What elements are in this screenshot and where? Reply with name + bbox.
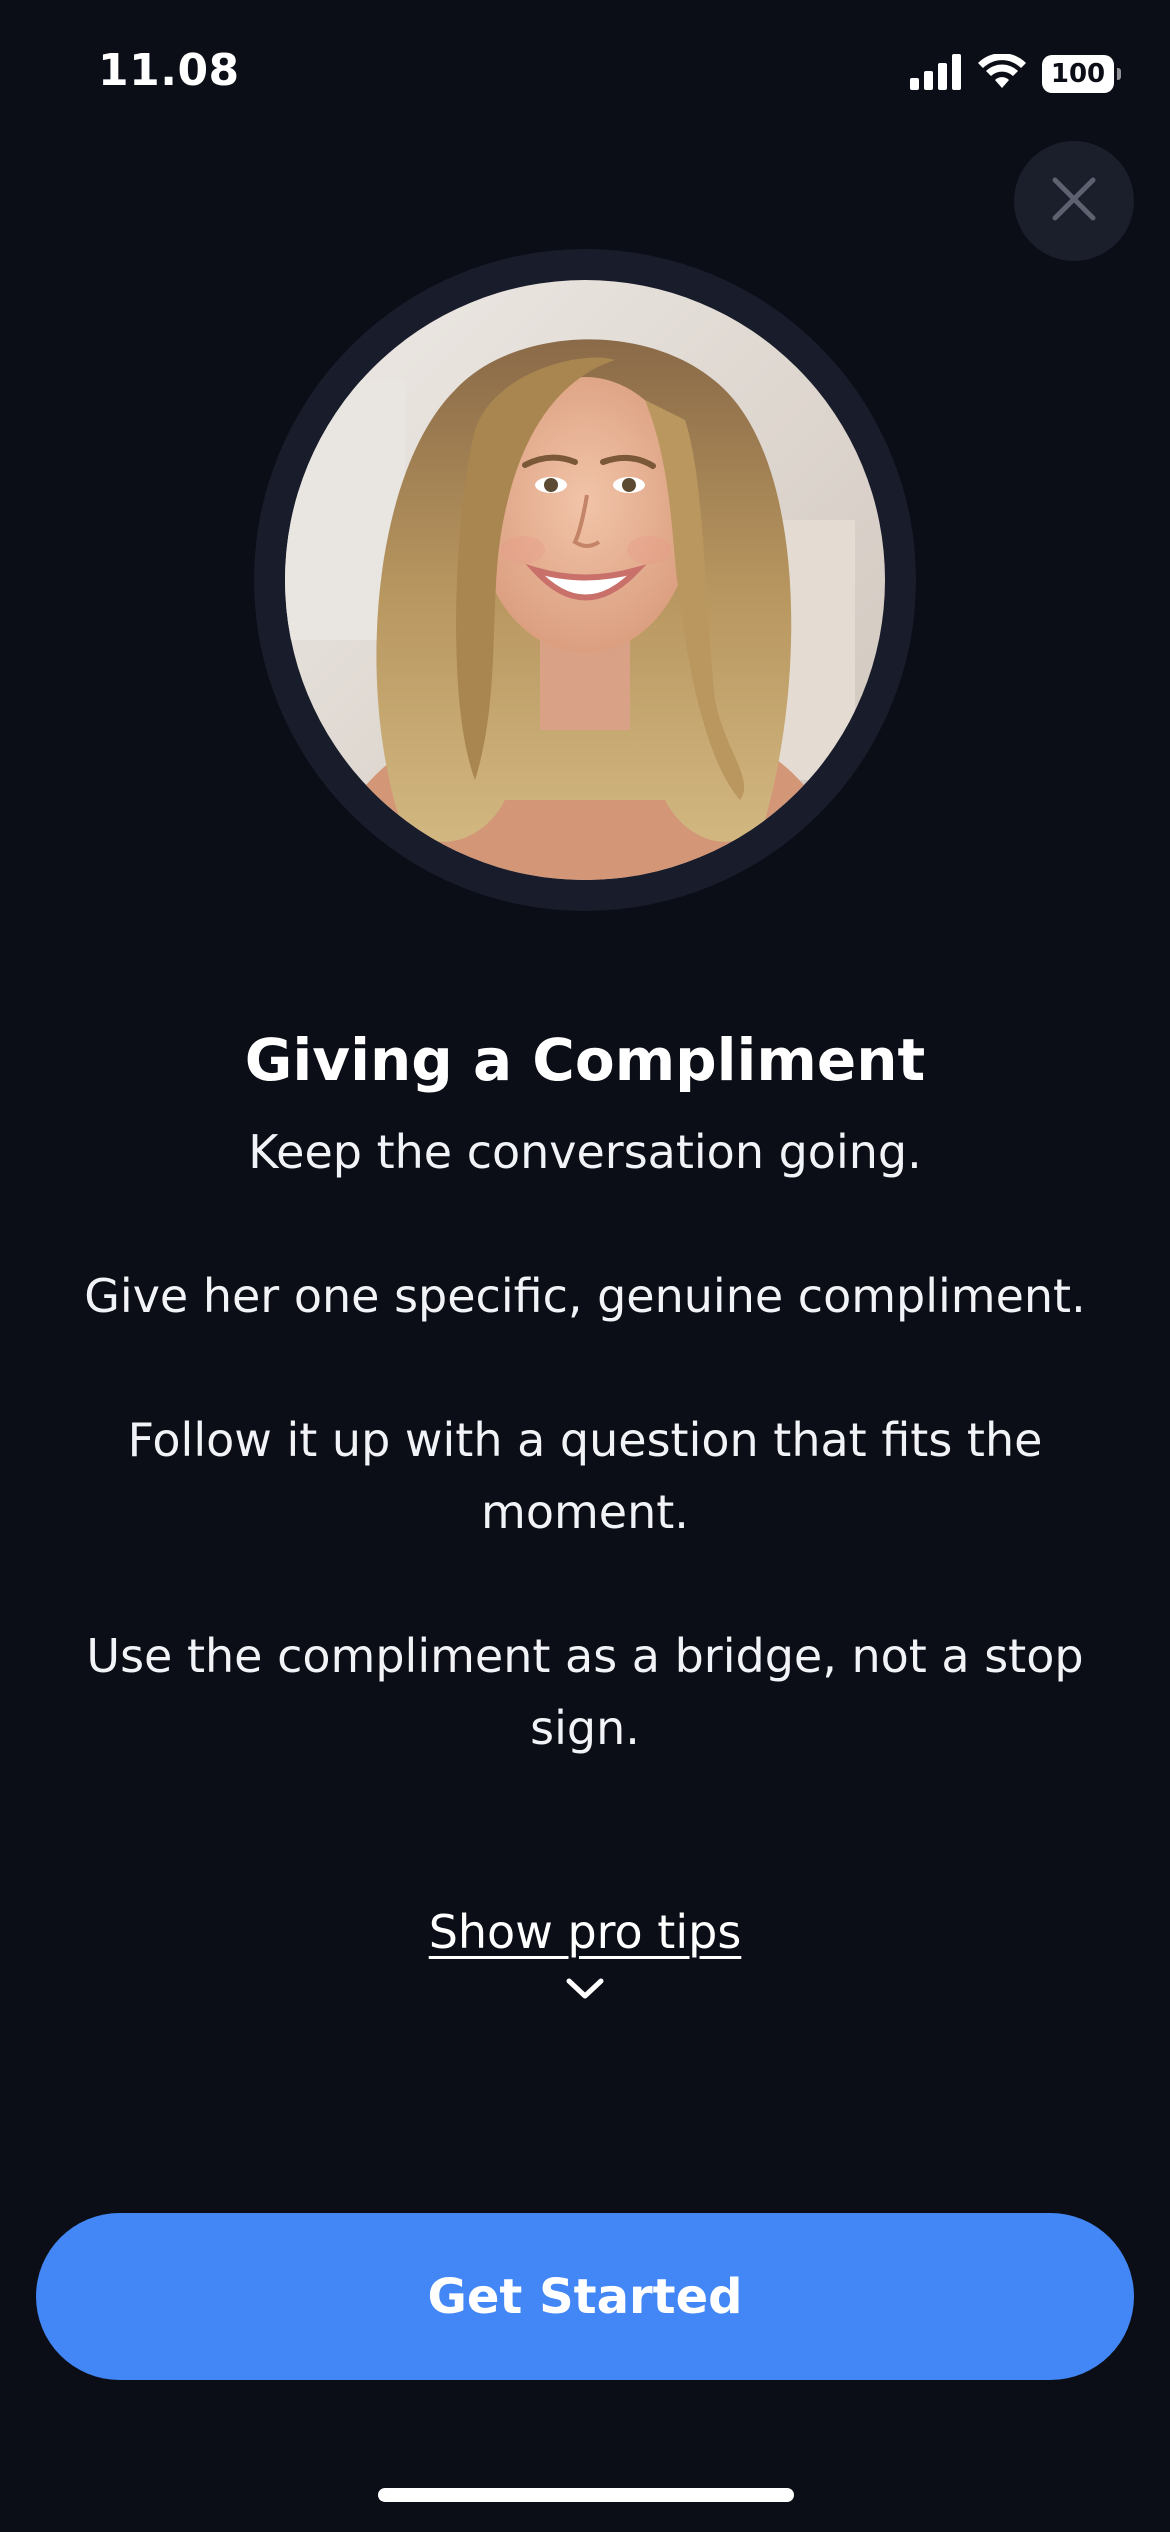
pro-tips-toggle[interactable]: Show pro tips	[0, 1905, 1170, 2001]
lesson-paragraph: Keep the conversation going.	[248, 1125, 922, 1179]
cellular-signal-icon	[910, 54, 962, 94]
wifi-icon	[978, 53, 1026, 94]
lesson-title: Giving a Compliment	[244, 1026, 926, 1094]
lesson-content: Giving a Compliment Keep the conversatio…	[0, 1010, 1170, 1764]
lesson-paragraph: Use the compliment as a bridge, not a st…	[86, 1629, 1084, 1755]
lesson-paragraph: Follow it up with a question that fits t…	[127, 1413, 1043, 1539]
status-time: 11.08	[98, 45, 240, 96]
avatar-ring	[254, 249, 916, 911]
show-pro-tips-link[interactable]: Show pro tips	[429, 1905, 742, 1959]
status-bar: 11.08 100	[0, 0, 1170, 150]
close-button[interactable]	[1014, 141, 1134, 261]
lesson-paragraph: Give her one specific, genuine complimen…	[84, 1269, 1086, 1323]
get-started-button[interactable]: Get Started	[36, 2213, 1134, 2380]
battery-icon: 100	[1042, 55, 1121, 93]
profile-photo	[285, 280, 885, 880]
status-icons: 100	[910, 53, 1121, 94]
chevron-down-icon[interactable]	[0, 1977, 1170, 2001]
close-icon	[1049, 174, 1099, 228]
home-indicator	[378, 2488, 794, 2502]
